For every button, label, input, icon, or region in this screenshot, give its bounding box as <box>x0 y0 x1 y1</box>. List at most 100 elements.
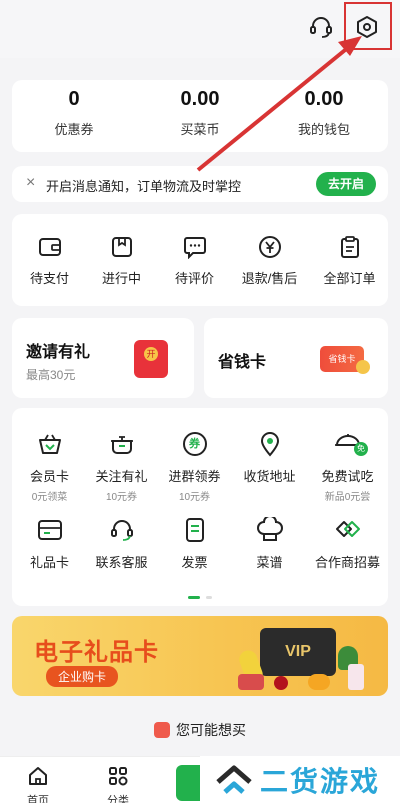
service-join-group[interactable]: 券 进群领券 10元券 <box>157 430 232 503</box>
order-in-progress[interactable]: 进行中 <box>84 234 159 287</box>
cherry-illustration <box>274 676 288 690</box>
grocery-coins-value: 0.00 <box>180 88 220 110</box>
service-label: 联系客服 <box>95 555 148 570</box>
stat-coupons[interactable]: 0 优惠券 <box>14 88 134 138</box>
order-all[interactable]: 全部订单 <box>312 234 387 287</box>
service-partner-recruitment[interactable]: 合作商招募 <box>310 516 385 571</box>
service-label: 礼品卡 <box>29 555 69 570</box>
top-bar <box>0 0 400 58</box>
egg-illustration <box>308 674 330 690</box>
notification-text: 开启消息通知，订单物流及时掌控 <box>46 179 242 194</box>
service-free-tasting[interactable]: 免 免费试吃 新品0元尝 <box>310 430 385 503</box>
comment-icon <box>157 234 232 260</box>
watermark: 二货游戏园 <box>200 756 400 803</box>
service-sub: 10元券 <box>178 492 211 503</box>
milk-bottle-illustration <box>348 664 364 690</box>
stat-wallet[interactable]: 0.00 我的钱包 <box>264 88 384 138</box>
indicator-inactive <box>206 596 213 599</box>
service-follow-gift[interactable]: 关注有礼 10元券 <box>84 430 159 503</box>
meat-illustration <box>238 674 264 690</box>
coupon-icon: 券 <box>157 430 232 458</box>
tab-home[interactable]: 首页 <box>8 765 68 803</box>
service-sub: 0元领菜 <box>31 492 68 503</box>
account-stats: 0 优惠券 0.00 买菜币 0.00 我的钱包 <box>12 80 388 152</box>
tab-category[interactable]: 分类 <box>88 765 148 803</box>
free-tasting-icon: 免 <box>310 430 385 458</box>
category-icon <box>88 765 148 792</box>
savings-card-badge-text: 省钱卡 <box>328 354 356 364</box>
home-icon <box>8 765 68 792</box>
chef-hat-icon <box>232 516 307 544</box>
highlight-box <box>344 2 392 50</box>
shopping-bag-icon <box>154 722 170 738</box>
free-badge: 免 <box>354 442 368 456</box>
service-label: 免费试吃 <box>321 469 374 484</box>
coupon-label: 优惠券 <box>54 122 94 137</box>
service-label: 发票 <box>181 555 208 570</box>
gift-card-banner[interactable]: 电子礼品卡 企业购卡 VIP <box>12 616 388 696</box>
watermark-text: 二货游戏园 <box>260 766 381 797</box>
services-grid: 会员卡 0元领菜 关注有礼 10元券 券 进群领券 10元券 收货地址 免 免费… <box>12 408 388 606</box>
service-gift-card[interactable]: 礼品卡 <box>12 516 87 571</box>
watermark-logo-icon <box>216 765 252 794</box>
vip-card-text: VIP <box>285 643 311 660</box>
savings-card[interactable]: 省钱卡 省钱卡 <box>204 318 388 398</box>
refund-icon <box>232 234 307 260</box>
envelope-badge: 开 <box>144 347 158 361</box>
service-membership[interactable]: 会员卡 0元领菜 <box>12 430 87 503</box>
order-pending-payment[interactable]: 待支付 <box>12 234 87 287</box>
banner-tag: 企业购卡 <box>46 666 119 687</box>
service-label: 进群领券 <box>168 469 221 484</box>
vip-card-illustration: VIP <box>260 628 336 676</box>
close-icon[interactable]: × <box>26 174 35 192</box>
tab-label: 分类 <box>107 795 129 803</box>
box-icon <box>84 234 159 260</box>
coin-icon <box>356 360 370 374</box>
service-address[interactable]: 收货地址 <box>232 430 307 485</box>
wallet-icon <box>12 234 87 260</box>
indicator-active <box>188 596 200 599</box>
headset-icon <box>84 516 159 544</box>
orders-panel: 待支付 进行中 待评价 退款/售后 全部订单 <box>12 214 388 306</box>
service-label: 菜谱 <box>256 555 283 570</box>
invite-subtitle: 最高30元 <box>26 368 76 382</box>
tab-partial-green[interactable] <box>176 765 200 801</box>
recommendation-title: 您可能想买 <box>176 722 246 738</box>
notification-bar: × 开启消息通知，订单物流及时掌控 去开启 <box>12 166 388 202</box>
grocery-coins-label: 买菜币 <box>180 122 220 137</box>
tab-label: 首页 <box>27 795 49 803</box>
invite-gift-card[interactable]: 邀请有礼 最高30元 开 <box>12 318 194 398</box>
order-label: 全部订单 <box>323 271 376 286</box>
service-recipes[interactable]: 菜谱 <box>232 516 307 571</box>
gift-card-icon <box>12 516 87 544</box>
wallet-value: 0.00 <box>304 88 344 110</box>
order-refund[interactable]: 退款/售后 <box>232 234 307 287</box>
service-sub: 新品0元尝 <box>324 492 371 503</box>
invoice-icon <box>157 516 232 544</box>
recommendation-header: 您可能想买 <box>0 720 400 742</box>
invite-title: 邀请有礼 <box>26 344 91 361</box>
service-label: 关注有礼 <box>95 469 148 484</box>
service-customer-support[interactable]: 联系客服 <box>84 516 159 571</box>
coupon-glyph: 券 <box>182 432 207 456</box>
banner-title: 电子礼品卡 <box>34 639 159 666</box>
page-indicator <box>188 586 213 604</box>
order-label: 待评价 <box>174 271 214 286</box>
enable-notification-button[interactable]: 去开启 <box>316 172 376 196</box>
service-invoice[interactable]: 发票 <box>157 516 232 571</box>
coupon-count: 0 <box>68 88 80 110</box>
order-label: 进行中 <box>101 271 141 286</box>
order-label: 待支付 <box>29 271 69 286</box>
service-label: 合作商招募 <box>314 555 380 570</box>
location-icon <box>232 430 307 458</box>
handshake-icon <box>310 516 385 544</box>
pot-icon <box>84 430 159 458</box>
order-to-review[interactable]: 待评价 <box>157 234 232 287</box>
wallet-label: 我的钱包 <box>297 122 350 137</box>
stat-grocery-coins[interactable]: 0.00 买菜币 <box>140 88 260 138</box>
order-label: 退款/售后 <box>241 271 298 286</box>
basket-icon <box>12 430 87 458</box>
service-label: 收货地址 <box>243 469 296 484</box>
clipboard-icon <box>312 234 387 260</box>
headset-icon[interactable] <box>306 12 336 42</box>
